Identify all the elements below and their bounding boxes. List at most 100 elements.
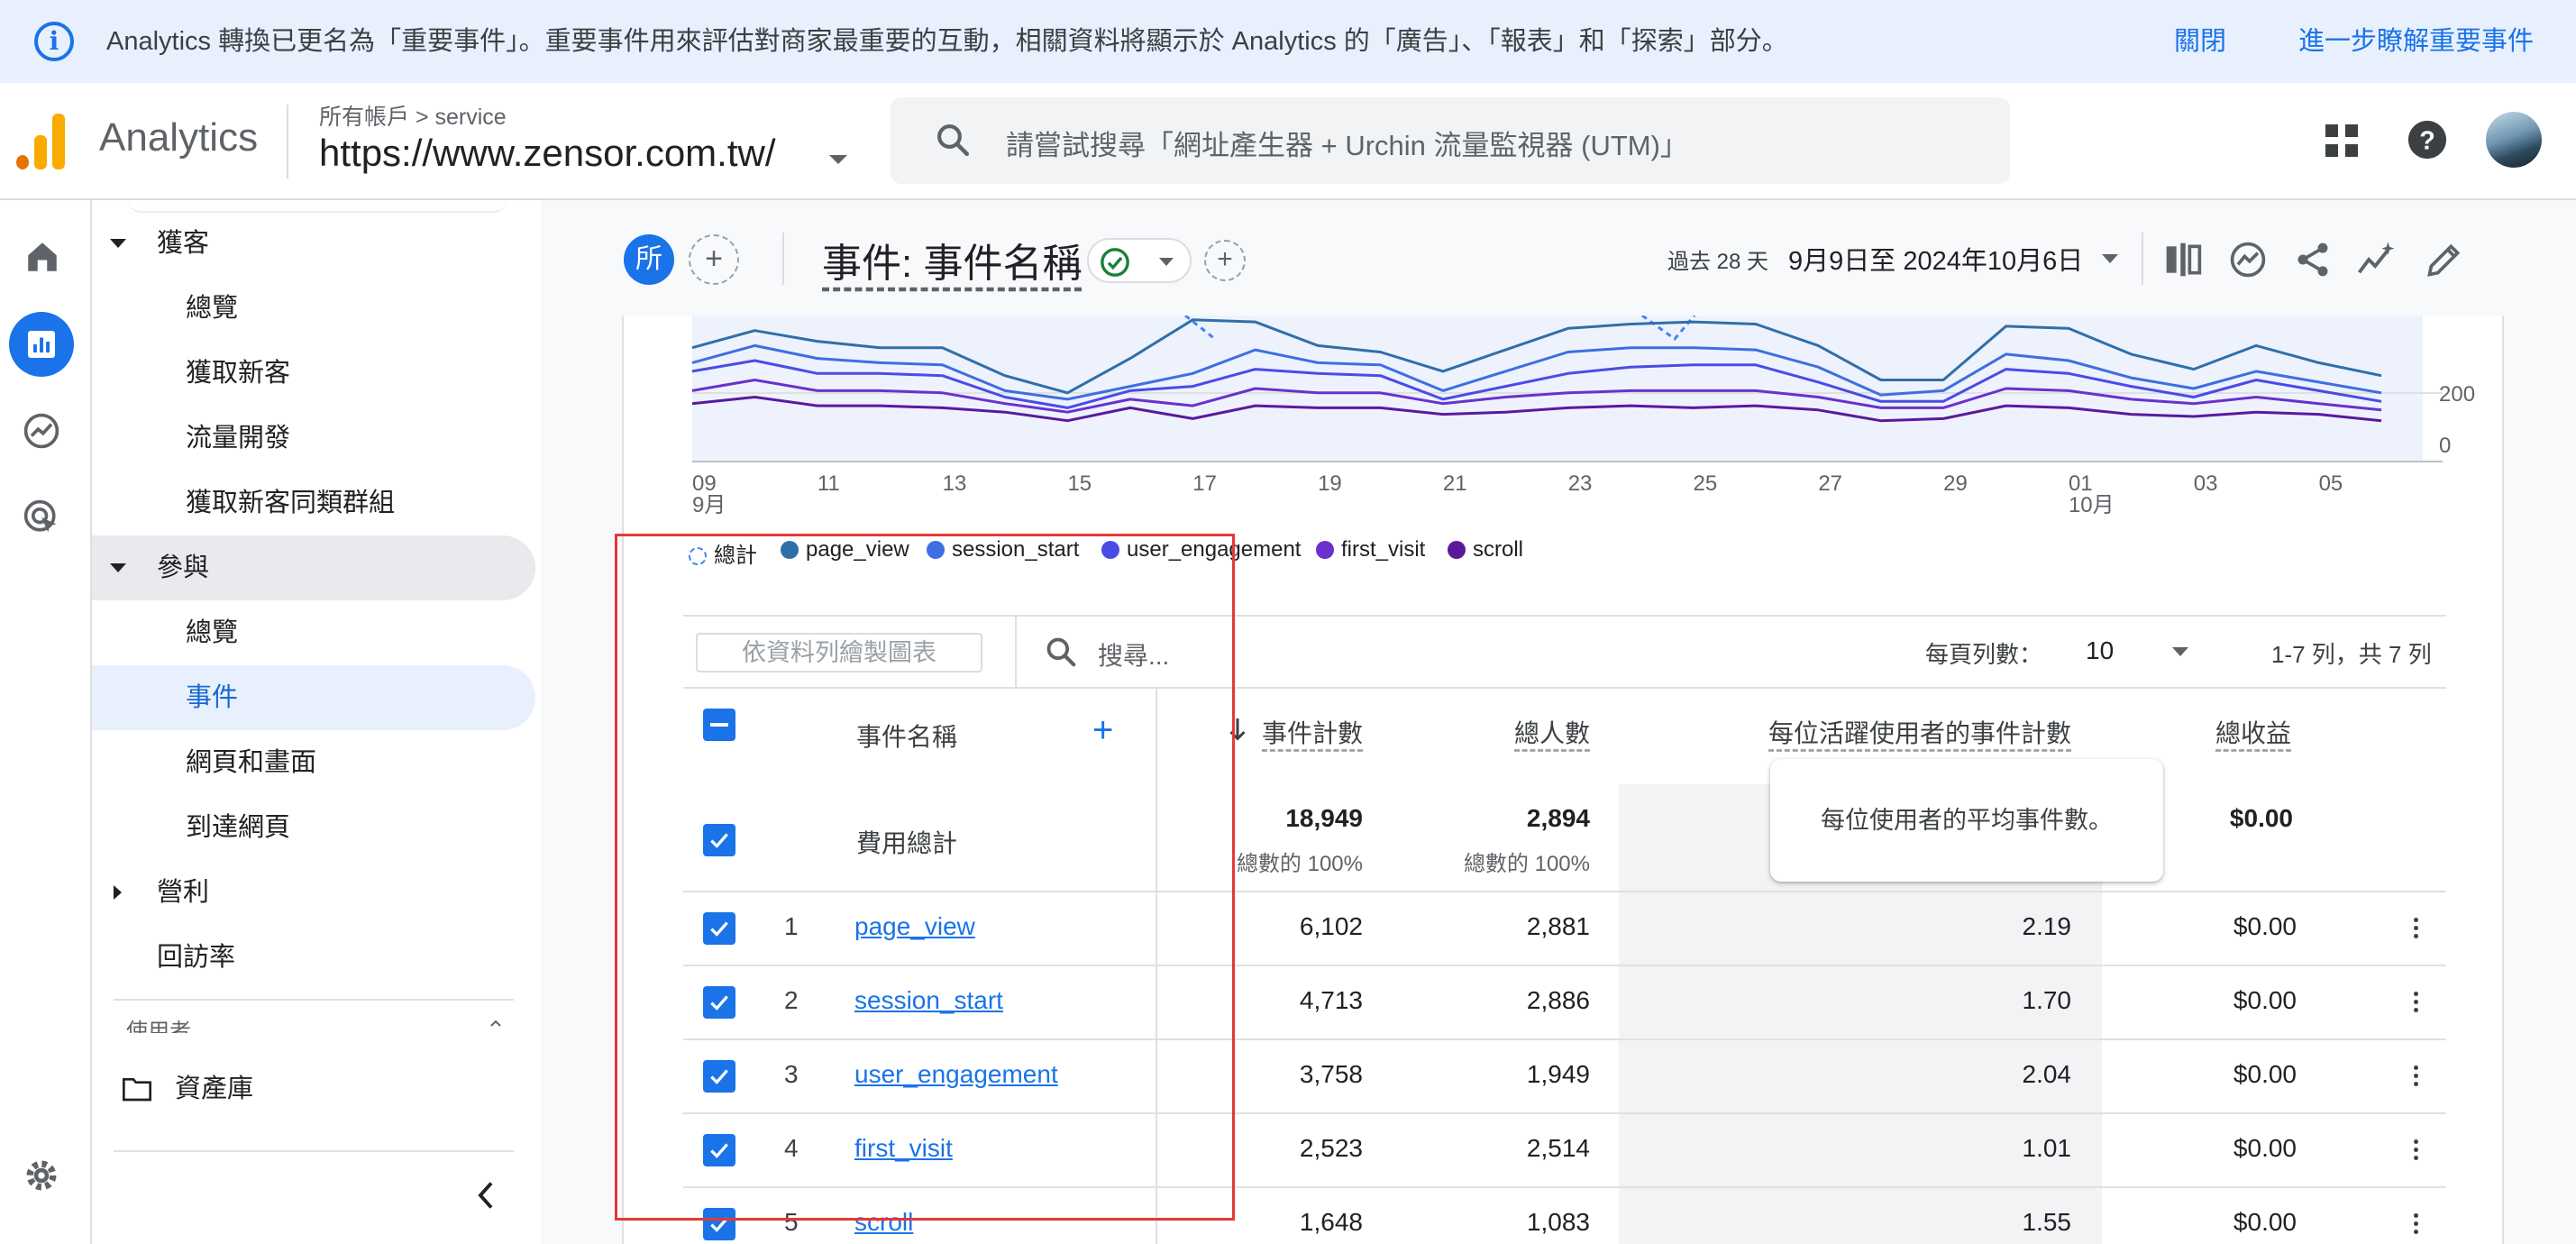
- nav-item-landing-page[interactable]: 到達網頁: [92, 795, 534, 860]
- caret-down-icon: [110, 563, 126, 572]
- column-header-event-count[interactable]: 事件計數: [1262, 714, 1363, 750]
- reports-nav-button[interactable]: [9, 312, 74, 377]
- row-more-menu-icon[interactable]: [2414, 992, 2419, 1015]
- analytics-logo-icon[interactable]: [16, 114, 69, 169]
- events-line-chart: 09 11 13 15 17 19 21 23 25 27 29 01 03 05 9月 10月 0 200: [691, 316, 2475, 517]
- revenue: $0.00: [2233, 912, 2297, 940]
- column-header-total-users[interactable]: 總人數: [1514, 714, 1590, 750]
- x-tick-label: 13: [943, 471, 967, 496]
- check-circle-icon: [1101, 248, 1129, 277]
- account-breadcrumb[interactable]: 所有帳戶 > service: [319, 99, 507, 132]
- x-tick-label: 09: [692, 471, 717, 496]
- revenue: $0.00: [2233, 1134, 2297, 1162]
- x-tick-label: 05: [2319, 471, 2343, 496]
- x-month-label: 10月: [2069, 493, 2115, 517]
- search-icon: [937, 124, 970, 157]
- events-per-user: 2.19: [2022, 912, 2072, 940]
- banner-learn-more-link[interactable]: 進一步瞭解重要事件: [2298, 23, 2534, 59]
- folder-icon: [123, 1078, 151, 1102]
- account-avatar[interactable]: [2486, 112, 2542, 168]
- add-comparison-button[interactable]: +: [689, 234, 739, 285]
- revenue: $0.00: [2233, 1208, 2297, 1236]
- column-tooltip: 每位使用者的平均事件數。: [1770, 759, 2163, 882]
- report-toolbar: 所 + 事件: 事件名稱 + 過去 28 天 9月9日至 2024年10月6日: [541, 200, 2576, 316]
- nav-item-library[interactable]: 資產庫: [92, 1056, 534, 1121]
- column-header-events-per-user[interactable]: 每位活躍使用者的事件計數: [1768, 714, 2071, 750]
- home-icon[interactable]: [23, 238, 61, 276]
- y-tick-label: 200: [2439, 382, 2475, 407]
- x-tick-label: 29: [1943, 471, 1968, 496]
- search-input[interactable]: 請嘗試搜尋「網址產生器 + Urchin 流量監視器 (UTM)」: [1006, 123, 1688, 163]
- announcement-banner: i Analytics 轉換已更名為「重要事件」。重要事件用來評估對商家最重要的…: [0, 0, 2576, 83]
- row-more-menu-icon[interactable]: [2414, 1213, 2419, 1237]
- events-per-user: 2.04: [2022, 1060, 2072, 1088]
- x-tick-label: 11: [818, 471, 840, 496]
- header-divider: [287, 105, 288, 178]
- caret-right-icon: [114, 885, 122, 900]
- date-chevron-down-icon[interactable]: [2102, 254, 2118, 263]
- revenue: $0.00: [2233, 1060, 2297, 1088]
- column-header-total-revenue[interactable]: 總收益: [2215, 714, 2291, 750]
- row-more-menu-icon[interactable]: [2414, 1066, 2419, 1089]
- nav-item-events[interactable]: 事件: [92, 665, 535, 730]
- comparison-avatar[interactable]: 所: [624, 234, 674, 285]
- chevron-down-icon[interactable]: [829, 155, 847, 164]
- x-tick-label: 19: [1318, 471, 1342, 496]
- nav-item-pages-screens[interactable]: 網頁和畫面: [92, 730, 534, 795]
- legend-item-scroll[interactable]: scroll: [1448, 537, 1523, 563]
- rows-per-page-label: 每頁列數：: [1925, 641, 2043, 668]
- compare-columns-icon[interactable]: [2163, 240, 2203, 279]
- x-tick-label: 27: [1818, 471, 1842, 496]
- share-icon[interactable]: [2293, 240, 2333, 279]
- row-more-menu-icon[interactable]: [2414, 918, 2419, 941]
- revenue: $0.00: [2233, 986, 2297, 1014]
- legend-swatch: [1448, 541, 1466, 559]
- apps-grid-icon[interactable]: [2324, 123, 2360, 159]
- edit-pencil-icon[interactable]: [2425, 240, 2464, 279]
- x-tick-label: 15: [1067, 471, 1092, 496]
- property-selector[interactable]: https://www.zensor.com.tw/: [319, 132, 776, 175]
- nav-item-retention[interactable]: 回訪率: [92, 925, 534, 990]
- nav-group-engagement[interactable]: 參與: [92, 535, 535, 600]
- chevron-up-icon: [490, 1020, 501, 1027]
- svg-text:?: ?: [2419, 127, 2435, 156]
- explore-icon[interactable]: [22, 411, 61, 451]
- advertising-icon[interactable]: [22, 498, 61, 537]
- banner-message: Analytics 轉換已更名為「重要事件」。重要事件用來評估對商家最重要的互動…: [106, 27, 1788, 56]
- total-users: 2,881: [1526, 912, 1590, 940]
- insights-sparkle-icon[interactable]: [2356, 240, 2398, 279]
- date-range-prefix[interactable]: 過去 28 天: [1667, 243, 1768, 275]
- add-filter-button[interactable]: +: [1204, 240, 1246, 281]
- nav-item-user-acquisition[interactable]: 獲取新客: [92, 341, 534, 406]
- chevron-down-icon: [1159, 258, 1174, 266]
- legend-swatch: [1316, 541, 1334, 559]
- banner-close-link[interactable]: 關閉: [2174, 23, 2226, 59]
- nav-group-acquisition[interactable]: 獲客: [92, 211, 534, 276]
- rows-per-page-select[interactable]: 10: [2086, 636, 2114, 665]
- date-range-value[interactable]: 9月9日至 2024年10月6日: [1788, 240, 2083, 278]
- total-users: 1,083: [1526, 1208, 1590, 1236]
- report-title[interactable]: 事件: 事件名稱: [822, 231, 1082, 288]
- nav-item-traffic-acquisition[interactable]: 流量開發: [92, 406, 534, 471]
- nav-item-acquisition-overview[interactable]: 總覽: [92, 276, 534, 341]
- nav-item-engagement-overview[interactable]: 總覽: [92, 600, 534, 665]
- insights-chart-icon[interactable]: [2228, 240, 2268, 279]
- highlight-annotation-box: [615, 534, 1235, 1221]
- search-bar[interactable]: 請嘗試搜尋「網址產生器 + Urchin 流量監視器 (UTM)」: [891, 97, 2010, 184]
- nav-divider: [114, 1150, 514, 1152]
- help-icon[interactable]: ?: [2407, 119, 2448, 160]
- settings-gear-icon[interactable]: [22, 1156, 61, 1195]
- caret-down-icon: [110, 239, 126, 248]
- nav-group-monetization[interactable]: 營利: [92, 860, 534, 925]
- nav-item-acquisition-cohort[interactable]: 獲取新客同類群組: [92, 471, 534, 535]
- left-rail: [0, 200, 92, 1244]
- events-per-user: 1.01: [2022, 1134, 2072, 1162]
- events-per-user: 1.55: [2022, 1208, 2072, 1236]
- row-more-menu-icon[interactable]: [2414, 1139, 2419, 1163]
- collapse-chevron-left-icon[interactable]: [474, 1179, 498, 1212]
- app-name: Analytics: [99, 115, 259, 160]
- report-status-chip[interactable]: [1087, 238, 1192, 283]
- chevron-down-icon[interactable]: [2172, 647, 2188, 656]
- nav-section-user[interactable]: 使用者: [92, 1017, 541, 1033]
- legend-item-first-visit[interactable]: first_visit: [1316, 537, 1425, 563]
